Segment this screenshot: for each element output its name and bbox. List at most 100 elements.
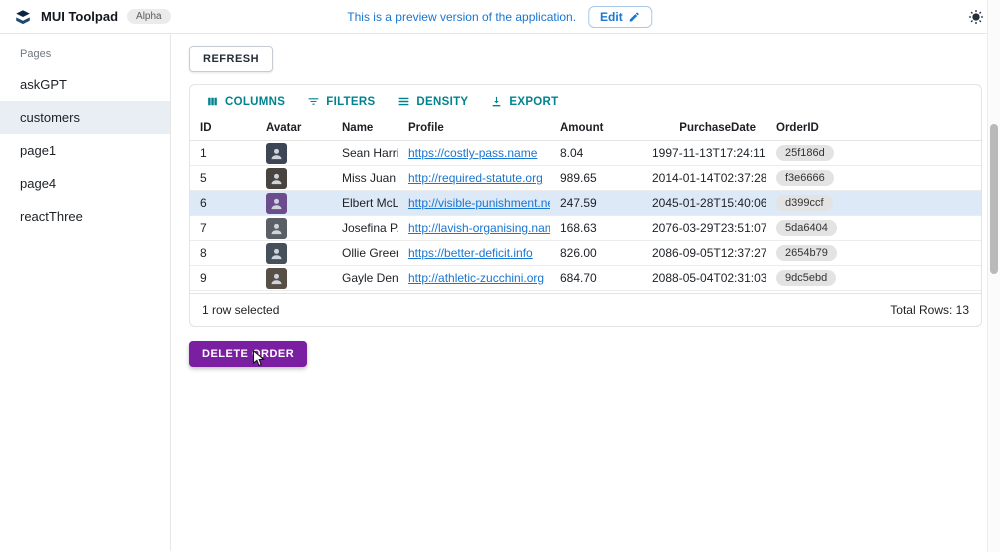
cell-amount: 684.70 [550,271,642,285]
filters-button-label: FILTERS [326,96,375,108]
grid-header-row: ID Avatar Name Profile Amount PurchaseDa… [190,116,981,141]
profile-link[interactable]: http://required-statute.org [408,171,543,185]
profile-link[interactable]: https://costly-pass.name [408,146,537,160]
order-id-chip: 5da6404 [776,220,837,236]
cell-avatar [256,218,332,239]
cell-avatar [256,168,332,189]
cell-purchase-date: 1997-11-13T17:24:11.769Z [642,146,766,160]
table-row[interactable]: 8 Ollie Green... https://better-deficit.… [190,241,981,266]
edit-button-label: Edit [600,10,623,24]
filter-icon [307,95,320,108]
cell-purchase-date: 2086-09-05T12:37:27.015Z [642,246,766,260]
cell-avatar [256,243,332,264]
column-header-id[interactable]: ID [190,122,256,134]
sidebar-item-page1[interactable]: page1 [0,134,170,167]
table-row[interactable]: 7 Josefina P... http://lavish-organising… [190,216,981,241]
scrollbar-thumb[interactable] [990,124,998,274]
filters-button[interactable]: FILTERS [299,91,383,112]
toolpad-logo-icon [14,8,32,26]
cell-id: 9 [190,271,256,285]
cell-purchase-date: 2088-05-04T02:31:03.294Z [642,271,766,285]
density-icon [397,95,410,108]
sidebar-item-askgpt[interactable]: askGPT [0,68,170,101]
cell-avatar [256,143,332,164]
sidebar-item-reactthree[interactable]: reactThree [0,200,170,233]
download-icon [490,95,503,108]
sidebar-section-label: Pages [0,38,170,68]
export-button-label: EXPORT [509,96,558,108]
table-row[interactable]: 1 Sean Harris https://costly-pass.name 8… [190,141,981,166]
grid-toolbar: COLUMNS FILTERS DENSITY [190,85,981,116]
edit-button[interactable]: Edit [588,6,653,28]
order-id-chip: 25f186d [776,145,834,161]
sidebar-item-label: page1 [20,143,56,158]
cell-id: 5 [190,171,256,185]
grid-footer: 1 row selected Total Rows: 13 [190,293,981,326]
main-content: REFRESH COLUMNS FILTERS [171,34,1000,551]
cell-amount: 247.59 [550,196,642,210]
order-id-chip: 2654b79 [776,245,837,261]
sidebar-item-customers[interactable]: customers [0,101,170,134]
sidebar-items: askGPT customers page1 page4 reactThree [0,68,170,233]
columns-icon [206,95,219,108]
profile-link[interactable]: http://athletic-zucchini.org [408,271,544,285]
theme-toggle-button[interactable] [966,7,986,27]
order-id-chip: f3e6666 [776,170,834,186]
page-scrollbar [987,0,1000,552]
avatar [266,193,287,214]
cell-id: 1 [190,146,256,160]
column-header-profile[interactable]: Profile [398,122,550,134]
cell-amount: 826.00 [550,246,642,260]
profile-link[interactable]: http://visible-punishment.net [408,196,550,210]
cell-id: 6 [190,196,256,210]
column-header-name[interactable]: Name [332,122,398,134]
table-row[interactable]: 9 Gayle Den... http://athletic-zucchini.… [190,266,981,291]
profile-link[interactable]: http://lavish-organising.name [408,221,550,235]
avatar [266,143,287,164]
app-bar: MUI Toolpad Alpha This is a preview vers… [0,0,1000,34]
cell-avatar [256,193,332,214]
avatar [266,268,287,289]
density-button[interactable]: DENSITY [389,91,476,112]
refresh-button[interactable]: REFRESH [189,46,273,72]
order-id-chip: d399ccf [776,195,833,211]
cell-purchase-date: 2076-03-29T23:51:07.968Z [642,221,766,235]
avatar [266,168,287,189]
profile-link[interactable]: https://better-deficit.info [408,246,533,260]
sidebar-item-label: reactThree [20,209,83,224]
columns-button[interactable]: COLUMNS [198,91,293,112]
grid-body: 1 Sean Harris https://costly-pass.name 8… [190,141,981,293]
cell-name: Elbert McL... [332,196,398,210]
cell-name: Sean Harris [332,146,398,160]
order-id-chip: 9dc5ebd [776,270,836,286]
sidebar-item-label: customers [20,110,80,125]
cell-name: Miss Juan ... [332,171,398,185]
cell-name: Ollie Green... [332,246,398,260]
data-grid: COLUMNS FILTERS DENSITY [189,84,982,327]
avatar [266,243,287,264]
delete-order-button[interactable]: DELETE ORDER [189,341,307,367]
avatar [266,218,287,239]
sidebar-item-label: askGPT [20,77,67,92]
cell-id: 7 [190,221,256,235]
sun-icon [968,9,984,25]
cell-purchase-date: 2014-01-14T02:37:28.536Z [642,171,766,185]
table-row[interactable]: 5 Miss Juan ... http://required-statute.… [190,166,981,191]
cell-amount: 8.04 [550,146,642,160]
table-row[interactable]: 6 Elbert McL... http://visible-punishmen… [190,191,981,216]
export-button[interactable]: EXPORT [482,91,566,112]
column-header-purchasedate[interactable]: PurchaseDate [642,122,766,134]
alpha-badge: Alpha [127,9,171,24]
preview-banner-text: This is a preview version of the applica… [347,10,576,24]
cell-name: Gayle Den... [332,271,398,285]
column-header-amount[interactable]: Amount [550,122,642,134]
density-button-label: DENSITY [416,96,468,108]
sidebar: Pages askGPT customers page1 page4 react… [0,34,171,551]
sidebar-item-page4[interactable]: page4 [0,167,170,200]
columns-button-label: COLUMNS [225,96,285,108]
app-title: MUI Toolpad [41,9,118,24]
column-header-avatar[interactable]: Avatar [256,122,332,134]
cell-amount: 168.63 [550,221,642,235]
cell-purchase-date: 2045-01-28T15:40:06.325Z [642,196,766,210]
column-header-orderid[interactable]: OrderID [766,122,981,134]
